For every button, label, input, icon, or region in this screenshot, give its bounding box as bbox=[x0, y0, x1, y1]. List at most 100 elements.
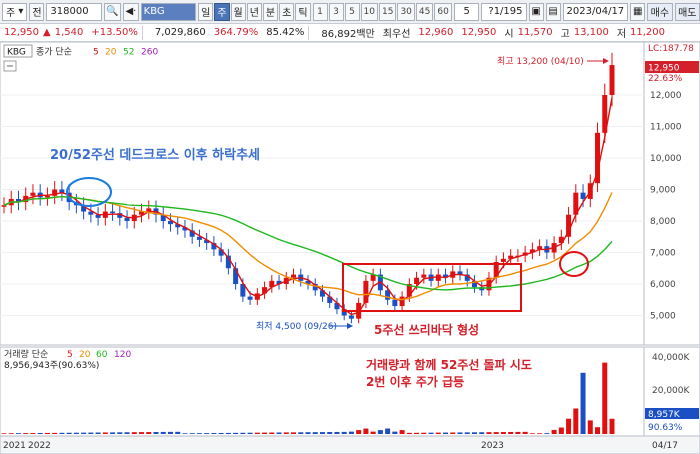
high-price: 13,100 bbox=[573, 27, 609, 38]
copy-icon[interactable]: ▤ bbox=[545, 2, 561, 21]
name-tag: KBG bbox=[7, 48, 26, 58]
interval-tab[interactable]: 30 bbox=[397, 2, 415, 21]
chart-area[interactable]: KBG 종가 단순 5 20 52 260 LC:187.78 12,950 2… bbox=[0, 41, 700, 454]
candle-body bbox=[291, 274, 297, 278]
volume-bar bbox=[15, 433, 21, 434]
page-info: ?1/195 bbox=[481, 2, 527, 21]
speaker-icon[interactable]: ◀· bbox=[123, 2, 139, 21]
volume-bar bbox=[269, 432, 275, 434]
volume-bar bbox=[139, 432, 145, 434]
stock-name-field[interactable]: KBG bbox=[140, 2, 197, 21]
x-label-2021: 2021 bbox=[3, 441, 26, 451]
ma-260-label: 260 bbox=[141, 48, 158, 58]
interval-tab[interactable]: 45 bbox=[415, 2, 434, 21]
volume-bar bbox=[522, 431, 528, 434]
volume-bar bbox=[471, 432, 477, 434]
candle-body bbox=[609, 65, 615, 95]
volume-bar bbox=[23, 433, 29, 434]
interval-tab[interactable]: 60 bbox=[434, 2, 452, 21]
stock-chart[interactable]: KBG 종가 단순 5 20 52 260 LC:187.78 12,950 2… bbox=[0, 41, 700, 454]
stock-code-input[interactable]: 318000 bbox=[46, 2, 103, 21]
calendar-icon[interactable]: ▦ bbox=[630, 2, 646, 21]
interval-tab[interactable]: 1 bbox=[312, 2, 328, 21]
interval-tab[interactable]: 3 bbox=[328, 2, 344, 21]
period-tab[interactable]: 월 bbox=[230, 2, 246, 21]
volume-bar bbox=[44, 432, 50, 434]
change-value: 1,540 bbox=[54, 27, 84, 38]
volume-bar bbox=[406, 432, 412, 434]
save-icon[interactable]: ▣ bbox=[528, 2, 544, 21]
volume-bar bbox=[428, 432, 434, 434]
volume-bar bbox=[319, 432, 325, 434]
volume-bar bbox=[457, 432, 463, 434]
volume-bar bbox=[73, 432, 79, 434]
volume-bar bbox=[52, 432, 58, 434]
interval-tab[interactable]: 5 bbox=[344, 2, 360, 21]
toolbar: 주 ▾ 전 318000 🔍 ◀· KBG 일주월년분초틱 1 3 5 10 15 30 4… bbox=[0, 0, 700, 24]
y-tick-label: 10,000 bbox=[650, 154, 682, 164]
volume-bar bbox=[218, 432, 224, 434]
y-tick-label: 9,000 bbox=[650, 186, 676, 196]
period-tab[interactable]: 주 bbox=[214, 2, 230, 21]
x-axis bbox=[0, 435, 700, 454]
volume-bar bbox=[240, 432, 246, 434]
volume-bar bbox=[8, 433, 14, 434]
y-tick-label: 11,000 bbox=[650, 123, 682, 133]
volume-bar bbox=[464, 432, 470, 434]
market-label: 주 bbox=[6, 8, 16, 19]
date-input[interactable]: 2023/04/17 bbox=[562, 2, 629, 21]
volume-bar bbox=[1, 433, 7, 434]
y-tick-label: 6,000 bbox=[650, 280, 676, 290]
volume-bar bbox=[363, 428, 369, 434]
volume-bar bbox=[515, 431, 521, 434]
volume-bar bbox=[81, 432, 87, 434]
code-prefix-button[interactable]: 전 bbox=[29, 2, 45, 21]
buy-button[interactable]: 매수 bbox=[647, 2, 673, 21]
vol-ma-5-label: 5 bbox=[67, 350, 73, 360]
sell-button[interactable]: 매도 bbox=[674, 2, 700, 21]
ma-52-label: 52 bbox=[123, 48, 134, 58]
volume-bar bbox=[175, 431, 181, 434]
interval-tab[interactable]: 10 bbox=[360, 2, 378, 21]
candle-body bbox=[124, 217, 130, 221]
volume-value: 7,029,860 bbox=[154, 27, 206, 38]
volume-bar bbox=[435, 432, 441, 434]
volume-bar bbox=[305, 432, 311, 434]
count-select[interactable]: 5 bbox=[453, 2, 480, 21]
current-price: 12,950 bbox=[4, 27, 39, 38]
strength-value: 85.42% bbox=[266, 27, 305, 38]
volume-bar bbox=[283, 432, 289, 434]
volume-bar bbox=[537, 433, 543, 434]
open-price: 11,570 bbox=[517, 27, 553, 38]
period-tab[interactable]: 일 bbox=[198, 2, 214, 21]
search-icon[interactable]: 🔍 bbox=[104, 2, 122, 21]
period-tab[interactable]: 틱 bbox=[295, 2, 311, 21]
vol-ma-120-label: 120 bbox=[114, 350, 131, 360]
pct-tag: 22.63% bbox=[648, 74, 683, 84]
lc-label: LC:187.78 bbox=[648, 44, 694, 54]
interval-tab[interactable]: 15 bbox=[378, 2, 397, 21]
candle-body bbox=[421, 274, 427, 278]
candle-body bbox=[348, 315, 354, 319]
volume-bar bbox=[479, 432, 485, 434]
period-tab[interactable]: 년 bbox=[246, 2, 262, 21]
volume-bar bbox=[146, 432, 152, 434]
volume-bar bbox=[117, 432, 123, 434]
volume-label: 거래량 단순 bbox=[4, 348, 48, 360]
volume-bar bbox=[167, 431, 173, 434]
volume-bar bbox=[399, 430, 405, 434]
low-price: 11,200 bbox=[630, 27, 666, 38]
volume-bar bbox=[211, 433, 217, 434]
volume-bar bbox=[356, 430, 362, 434]
volume-bar bbox=[392, 431, 398, 434]
ma-label: 종가 단순 bbox=[36, 47, 72, 58]
y-tick-label: 8,000 bbox=[650, 217, 676, 227]
vol-tick-40000k: 40,000K bbox=[652, 353, 690, 363]
market-select[interactable]: 주 ▾ bbox=[2, 2, 28, 21]
ask-price: 12,960 bbox=[418, 27, 454, 38]
bid-price: 12,950 bbox=[461, 27, 497, 38]
volume-bar bbox=[544, 433, 550, 434]
period-tab[interactable]: 초 bbox=[279, 2, 295, 21]
best-quote-label: 최우선 bbox=[382, 29, 411, 40]
period-tab[interactable]: 분 bbox=[262, 2, 279, 21]
